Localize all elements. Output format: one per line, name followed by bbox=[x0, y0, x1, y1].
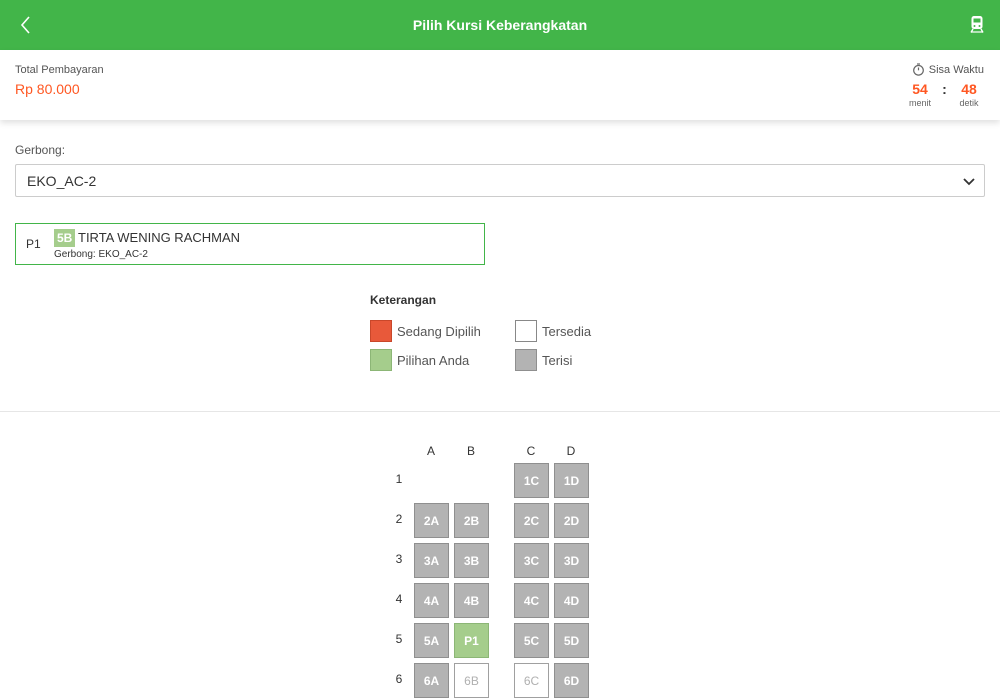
legend-title: Keterangan bbox=[370, 293, 437, 307]
car-select[interactable]: EKO_AC-2 bbox=[15, 164, 985, 197]
passenger-card[interactable]: P1 5B TIRTA WENING RACHMAN Gerbong: EKO_… bbox=[15, 223, 485, 265]
timer-minutes-label: menit bbox=[908, 98, 931, 108]
car-select-label: Gerbong: bbox=[15, 143, 66, 157]
legend-label-selecting: Sedang Dipilih bbox=[397, 323, 481, 339]
row-label-3: 3 bbox=[395, 552, 403, 566]
column-header-d: D bbox=[566, 444, 576, 458]
passenger-car: Gerbong: EKO_AC-2 bbox=[54, 249, 148, 260]
seat-2b[interactable]: 2B bbox=[454, 503, 489, 538]
legend-swatch-available bbox=[515, 320, 537, 342]
app-header: Pilih Kursi Keberangkatan bbox=[0, 0, 1000, 50]
seat-6a[interactable]: 6A bbox=[414, 663, 449, 698]
row-label-4: 4 bbox=[395, 592, 403, 606]
seat-4a[interactable]: 4A bbox=[414, 583, 449, 618]
seat-5d[interactable]: 5D bbox=[554, 623, 589, 658]
total-payment-label: Total Pembayaran bbox=[15, 64, 104, 76]
seat-2a[interactable]: 2A bbox=[414, 503, 449, 538]
timer-seconds-label: detik bbox=[959, 98, 979, 108]
section-divider bbox=[0, 411, 1000, 412]
column-header-a: A bbox=[426, 444, 435, 458]
page-title: Pilih Kursi Keberangkatan bbox=[412, 17, 588, 33]
row-label-1: 1 bbox=[395, 472, 403, 486]
seat-3a[interactable]: 3A bbox=[414, 543, 449, 578]
legend-swatch-occupied bbox=[515, 349, 537, 371]
seat-6d[interactable]: 6D bbox=[554, 663, 589, 698]
seat-2d[interactable]: 2D bbox=[554, 503, 589, 538]
seat-5a[interactable]: 5A bbox=[414, 623, 449, 658]
timer-separator: : bbox=[942, 81, 947, 97]
legend-item-occupied: Terisi bbox=[515, 349, 572, 371]
train-icon[interactable] bbox=[970, 15, 984, 33]
seat-p1[interactable]: P1 bbox=[454, 623, 489, 658]
seat-6c[interactable]: 6C bbox=[514, 663, 549, 698]
column-header-c: C bbox=[526, 444, 536, 458]
stopwatch-icon bbox=[912, 63, 924, 76]
column-header-b: B bbox=[466, 444, 475, 458]
seat-1d[interactable]: 1D bbox=[554, 463, 589, 498]
seat-3c[interactable]: 3C bbox=[514, 543, 549, 578]
passenger-code: P1 bbox=[26, 237, 41, 251]
car-select-value: EKO_AC-2 bbox=[27, 172, 97, 189]
remaining-time-text: Sisa Waktu bbox=[928, 63, 984, 76]
seat-5c[interactable]: 5C bbox=[514, 623, 549, 658]
seat-4b[interactable]: 4B bbox=[454, 583, 489, 618]
legend-label-your-choice: Pilihan Anda bbox=[397, 352, 470, 368]
passenger-seat-badge: 5B bbox=[54, 229, 76, 247]
countdown-timer: 54 menit : 48 detik bbox=[907, 80, 982, 109]
back-arrow-icon[interactable] bbox=[16, 14, 36, 36]
seat-2c[interactable]: 2C bbox=[514, 503, 549, 538]
seat-3b[interactable]: 3B bbox=[454, 543, 489, 578]
legend-item-selecting: Sedang Dipilih bbox=[370, 320, 481, 342]
row-label-6: 6 bbox=[395, 672, 403, 686]
timer-minutes: 54 bbox=[912, 81, 928, 97]
seat-1c[interactable]: 1C bbox=[514, 463, 549, 498]
legend-swatch-your-choice bbox=[370, 349, 392, 371]
legend-label-occupied: Terisi bbox=[542, 352, 573, 368]
legend-swatch-selecting bbox=[370, 320, 392, 342]
seat-6b[interactable]: 6B bbox=[454, 663, 489, 698]
seat-4c[interactable]: 4C bbox=[514, 583, 549, 618]
row-label-2: 2 bbox=[395, 512, 403, 526]
chevron-down-icon bbox=[963, 178, 975, 186]
legend-item-available: Tersedia bbox=[515, 320, 591, 342]
legend-label-available: Tersedia bbox=[542, 323, 592, 339]
legend-item-your-choice: Pilihan Anda bbox=[370, 349, 469, 371]
seat-3d[interactable]: 3D bbox=[554, 543, 589, 578]
total-payment-amount: Rp 80.000 bbox=[15, 81, 80, 97]
payment-summary: Total Pembayaran Rp 80.000 Sisa Waktu 54… bbox=[0, 50, 1000, 120]
remaining-time-label: Sisa Waktu bbox=[912, 63, 984, 76]
passenger-name: TIRTA WENING RACHMAN bbox=[78, 230, 241, 245]
timer-seconds: 48 bbox=[961, 81, 977, 97]
row-label-5: 5 bbox=[395, 632, 403, 646]
seat-4d[interactable]: 4D bbox=[554, 583, 589, 618]
